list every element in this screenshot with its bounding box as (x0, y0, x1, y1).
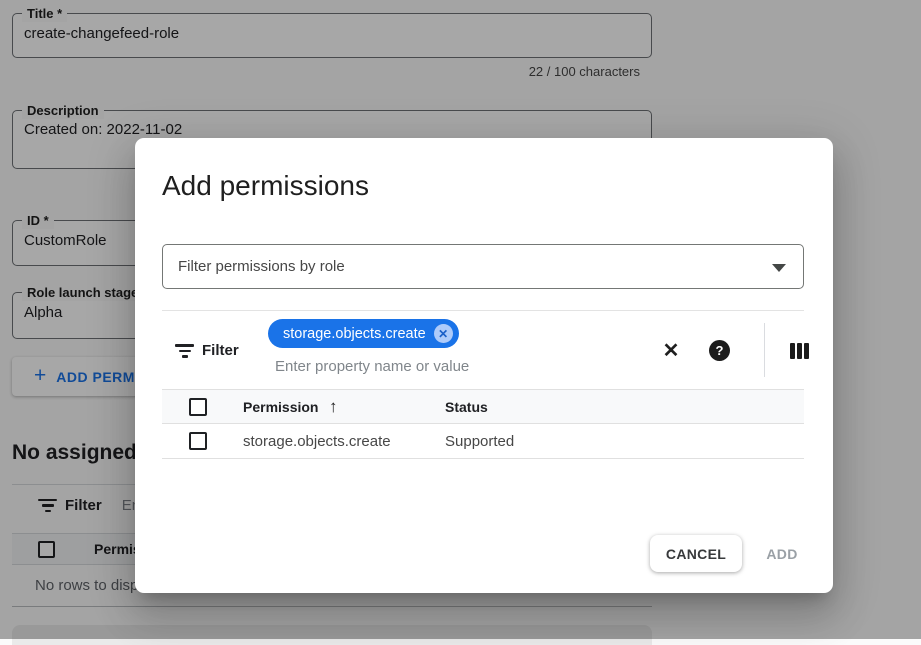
add-button[interactable]: ADD (752, 535, 812, 572)
filter-permissions-by-role-select[interactable]: Filter permissions by role (162, 244, 804, 289)
toolbar-divider (764, 323, 765, 377)
row-checkbox[interactable] (189, 432, 207, 450)
sort-ascending-icon[interactable]: ↑ (329, 397, 338, 417)
add-permissions-dialog: Add permissions Filter permissions by ro… (135, 138, 833, 593)
help-icon[interactable]: ? (709, 340, 730, 361)
permission-table-row[interactable]: storage.objects.create Supported (162, 424, 804, 459)
permissions-filter-toolbar: Filter storage.objects.create ✕ Enter pr… (162, 310, 804, 389)
role-select-value: Filter permissions by role (178, 258, 345, 275)
column-display-icon[interactable] (789, 343, 809, 359)
permission-column-header[interactable]: Permission (243, 399, 318, 415)
cancel-button[interactable]: CANCEL (650, 535, 742, 572)
permissions-table-header: Permission ↑ Status (162, 389, 804, 424)
chip-remove-icon[interactable]: ✕ (434, 324, 453, 343)
filter-label: Filter (202, 333, 239, 368)
status-cell: Supported (445, 433, 514, 450)
chevron-down-icon (772, 264, 786, 272)
filter-input-placeholder[interactable]: Enter property name or value (275, 358, 469, 375)
permission-cell: storage.objects.create (243, 433, 391, 450)
clear-filters-icon[interactable]: ✕ (660, 339, 682, 361)
filter-chip-label: storage.objects.create (283, 326, 426, 342)
filter-icon (175, 344, 194, 358)
filter-chip[interactable]: storage.objects.create ✕ (268, 319, 459, 348)
select-all-checkbox[interactable] (189, 398, 207, 416)
status-column-header[interactable]: Status (445, 399, 488, 415)
dialog-title: Add permissions (162, 170, 369, 202)
